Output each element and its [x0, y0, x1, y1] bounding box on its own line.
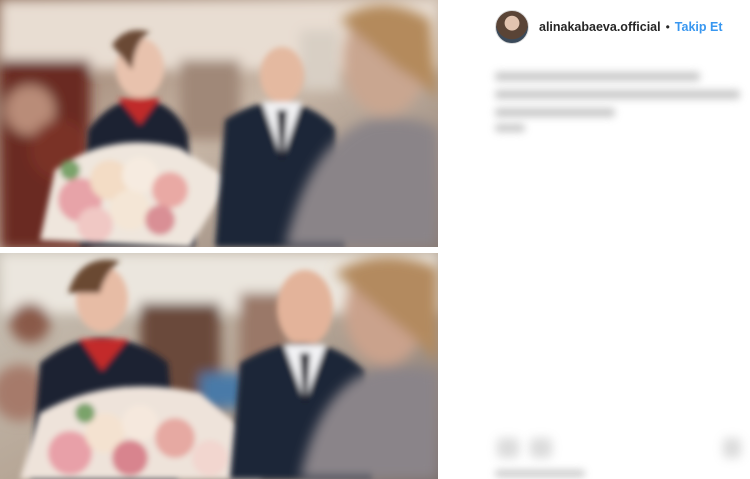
separator-dot: •	[665, 20, 670, 34]
blurred-icon	[530, 438, 552, 458]
blurred-caption-line	[495, 108, 615, 117]
post-header: alinakabaeva.official • Takip Et	[495, 10, 723, 44]
blurred-caption-line	[495, 124, 525, 132]
photo-bottom-image	[0, 253, 438, 479]
post-photo-top	[0, 0, 438, 247]
photo-top-image	[0, 0, 438, 247]
blurred-icon	[723, 438, 741, 458]
follow-button[interactable]: Takip Et	[675, 20, 723, 34]
blurred-icon	[497, 438, 519, 458]
blurred-caption-line	[495, 72, 700, 81]
profile-avatar[interactable]	[495, 10, 529, 44]
post-photo-bottom	[0, 253, 438, 479]
username-link[interactable]: alinakabaeva.official	[539, 20, 661, 34]
blurred-caption-line	[495, 90, 740, 99]
blurred-likes-line	[495, 470, 585, 477]
